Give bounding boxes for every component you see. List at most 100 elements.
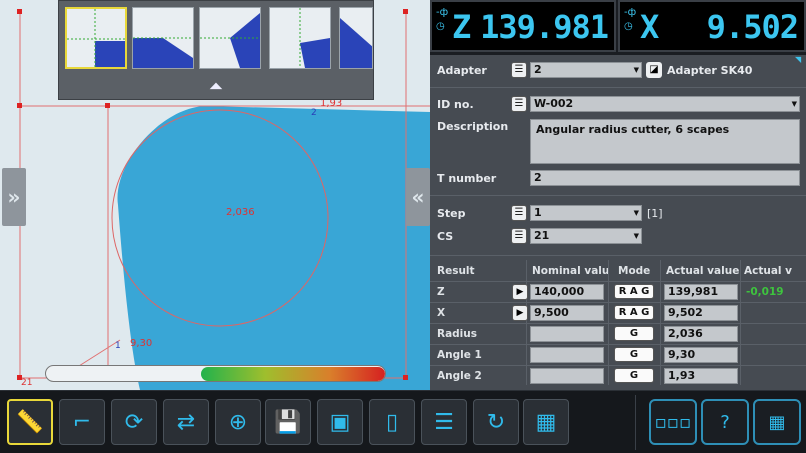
handle-ml [17, 103, 22, 108]
handle-br [403, 375, 408, 380]
id-label: ID no. [437, 98, 474, 111]
row-name: X [437, 307, 446, 319]
chevron-down-icon: ▼ [791, 100, 797, 108]
spindle-rotate-icon[interactable]: ⟳ [111, 399, 157, 445]
tool-profile-shape [117, 106, 430, 390]
caliper-icon[interactable]: 📏 [7, 399, 53, 445]
angle1-label: 9,30 [130, 338, 153, 349]
nominal-input[interactable] [530, 368, 604, 384]
col-nominal: Nominal valu [532, 265, 610, 277]
thumbnail-4[interactable] [269, 7, 331, 69]
reset-icon[interactable]: ↻ [473, 399, 519, 445]
divider [430, 87, 806, 88]
axis-symbol-icon: -ф ◷ [436, 7, 449, 32]
mode-button[interactable]: R A G [614, 284, 654, 299]
actual-value: 2,036 [664, 326, 738, 342]
cs-list-icon[interactable]: ☰ [511, 228, 527, 244]
thumbnail-3[interactable] [199, 7, 261, 69]
deviation-gauge [45, 365, 386, 382]
collapse-left-button[interactable]: » [2, 168, 26, 226]
cs-select[interactable]: 21 ▼ [530, 228, 642, 244]
divider [430, 195, 806, 196]
play-icon[interactable]: ▶ [512, 284, 528, 300]
mode-button[interactable]: G [614, 347, 654, 362]
expand-thumbnails-button[interactable]: ⏶ [58, 72, 374, 100]
adapter-label: Adapter [437, 64, 487, 77]
adapter-image-icon: ◪ [646, 62, 662, 78]
table-row: Angle 1 G 9,30 [430, 344, 806, 365]
thumbnail-1[interactable] [65, 7, 127, 69]
tnumber-input[interactable]: 2 [530, 170, 800, 186]
mode-button[interactable]: R A G [614, 305, 654, 320]
col-result: Result [437, 265, 475, 277]
chevron-down-icon: ▼ [633, 209, 639, 217]
table-row: Radius G 2,036 [430, 323, 806, 344]
row-name: Z [437, 286, 445, 298]
row-name: Radius [437, 328, 478, 340]
adapter-value: 2 [534, 63, 542, 76]
new-file-icon[interactable]: ▯ [369, 399, 415, 445]
crosshair-icon[interactable]: ⊕ [215, 399, 261, 445]
panel-corner-icon: ◥ [795, 55, 802, 64]
id-list-icon[interactable]: ☰ [511, 96, 527, 112]
nominal-input[interactable] [530, 347, 604, 363]
save-as-icon[interactable]: ▣ [317, 399, 363, 445]
swap-icon[interactable]: ⇄ [163, 399, 209, 445]
adapter-list-icon[interactable]: ☰ [511, 62, 527, 78]
more-icon[interactable]: ▫▫▫ [649, 399, 697, 445]
id-input[interactable]: W-002 ▼ [530, 96, 800, 112]
gauge-fill [201, 367, 385, 381]
nominal-input[interactable]: 9,500 [530, 305, 604, 321]
table-row: X ▶ 9,500 R A G 9,502 [430, 302, 806, 323]
handle-tl [17, 9, 22, 14]
add-list-icon[interactable]: ☰ [421, 399, 467, 445]
apps-icon[interactable]: ▦ [753, 399, 801, 445]
collapse-right-button[interactable]: « [406, 168, 430, 226]
description-field[interactable]: Angular radius cutter, 6 scapes [530, 119, 800, 164]
dro-z-value: 139.981 [480, 8, 609, 46]
row-name: Angle 1 [437, 349, 482, 361]
results-table: Result Nominal valu Mode Actual value Ac… [430, 260, 806, 385]
step-count: [1] [647, 207, 663, 220]
chevron-down-icon: ▼ [633, 66, 639, 74]
actual-value: 1,93 [664, 368, 738, 384]
chevron-down-icon: ▼ [633, 232, 639, 240]
table-row: Angle 2 G 1,93 [430, 365, 806, 385]
step-list-icon[interactable]: ☰ [511, 205, 527, 221]
handle-tr [403, 9, 408, 14]
nominal-input[interactable] [530, 326, 604, 342]
angle1-marker: 1 [115, 341, 121, 351]
cs-label: CS [437, 230, 454, 243]
actual-value: 9,502 [664, 305, 738, 321]
bottom-toolbar: 📏 ⌐ ⟳ ⇄ ⊕ 💾 ▣ ▯ ☰ ↻ ▦ ▫▫▫ ? ▦ [0, 390, 806, 453]
thumbnail-5[interactable] [339, 7, 373, 69]
step-label: Step [437, 207, 466, 220]
play-icon[interactable]: ▶ [512, 305, 528, 321]
adapter-select[interactable]: 2 ▼ [530, 62, 642, 78]
help-icon[interactable]: ? [701, 399, 749, 445]
table-view-icon[interactable]: ▦ [523, 399, 569, 445]
save-icon[interactable]: 💾 [265, 399, 311, 445]
dro-x-axis: X [640, 8, 660, 46]
tnumber-label: T number [437, 172, 497, 185]
radius-label: 2,036 [226, 207, 255, 218]
table-row: Z ▶ 140,000 R A G 139,981 -0,019 [430, 281, 806, 302]
axis-symbol-icon: -ф ◷ [624, 7, 637, 32]
angle2-marker: 2 [311, 108, 317, 118]
step-select[interactable]: 1 ▼ [530, 205, 642, 221]
handle-m [105, 103, 110, 108]
dro-z-readout: -ф ◷ Z 139.981 [430, 0, 616, 52]
dro-x-value: 9.502 [706, 8, 799, 46]
toolbar-divider [635, 395, 636, 450]
divider [430, 255, 806, 256]
mode-button[interactable]: G [614, 326, 654, 341]
actual-value: 9,30 [664, 347, 738, 363]
id-value: W-002 [534, 97, 574, 110]
tool-profile-icon[interactable]: ⌐ [59, 399, 105, 445]
adapter-name: Adapter SK40 [667, 64, 753, 77]
actual-value: 139,981 [664, 284, 738, 300]
nominal-input[interactable]: 140,000 [530, 284, 604, 300]
deviation-value: -0,019 [746, 286, 784, 298]
mode-button[interactable]: G [614, 368, 654, 383]
thumbnail-2[interactable] [132, 7, 194, 69]
